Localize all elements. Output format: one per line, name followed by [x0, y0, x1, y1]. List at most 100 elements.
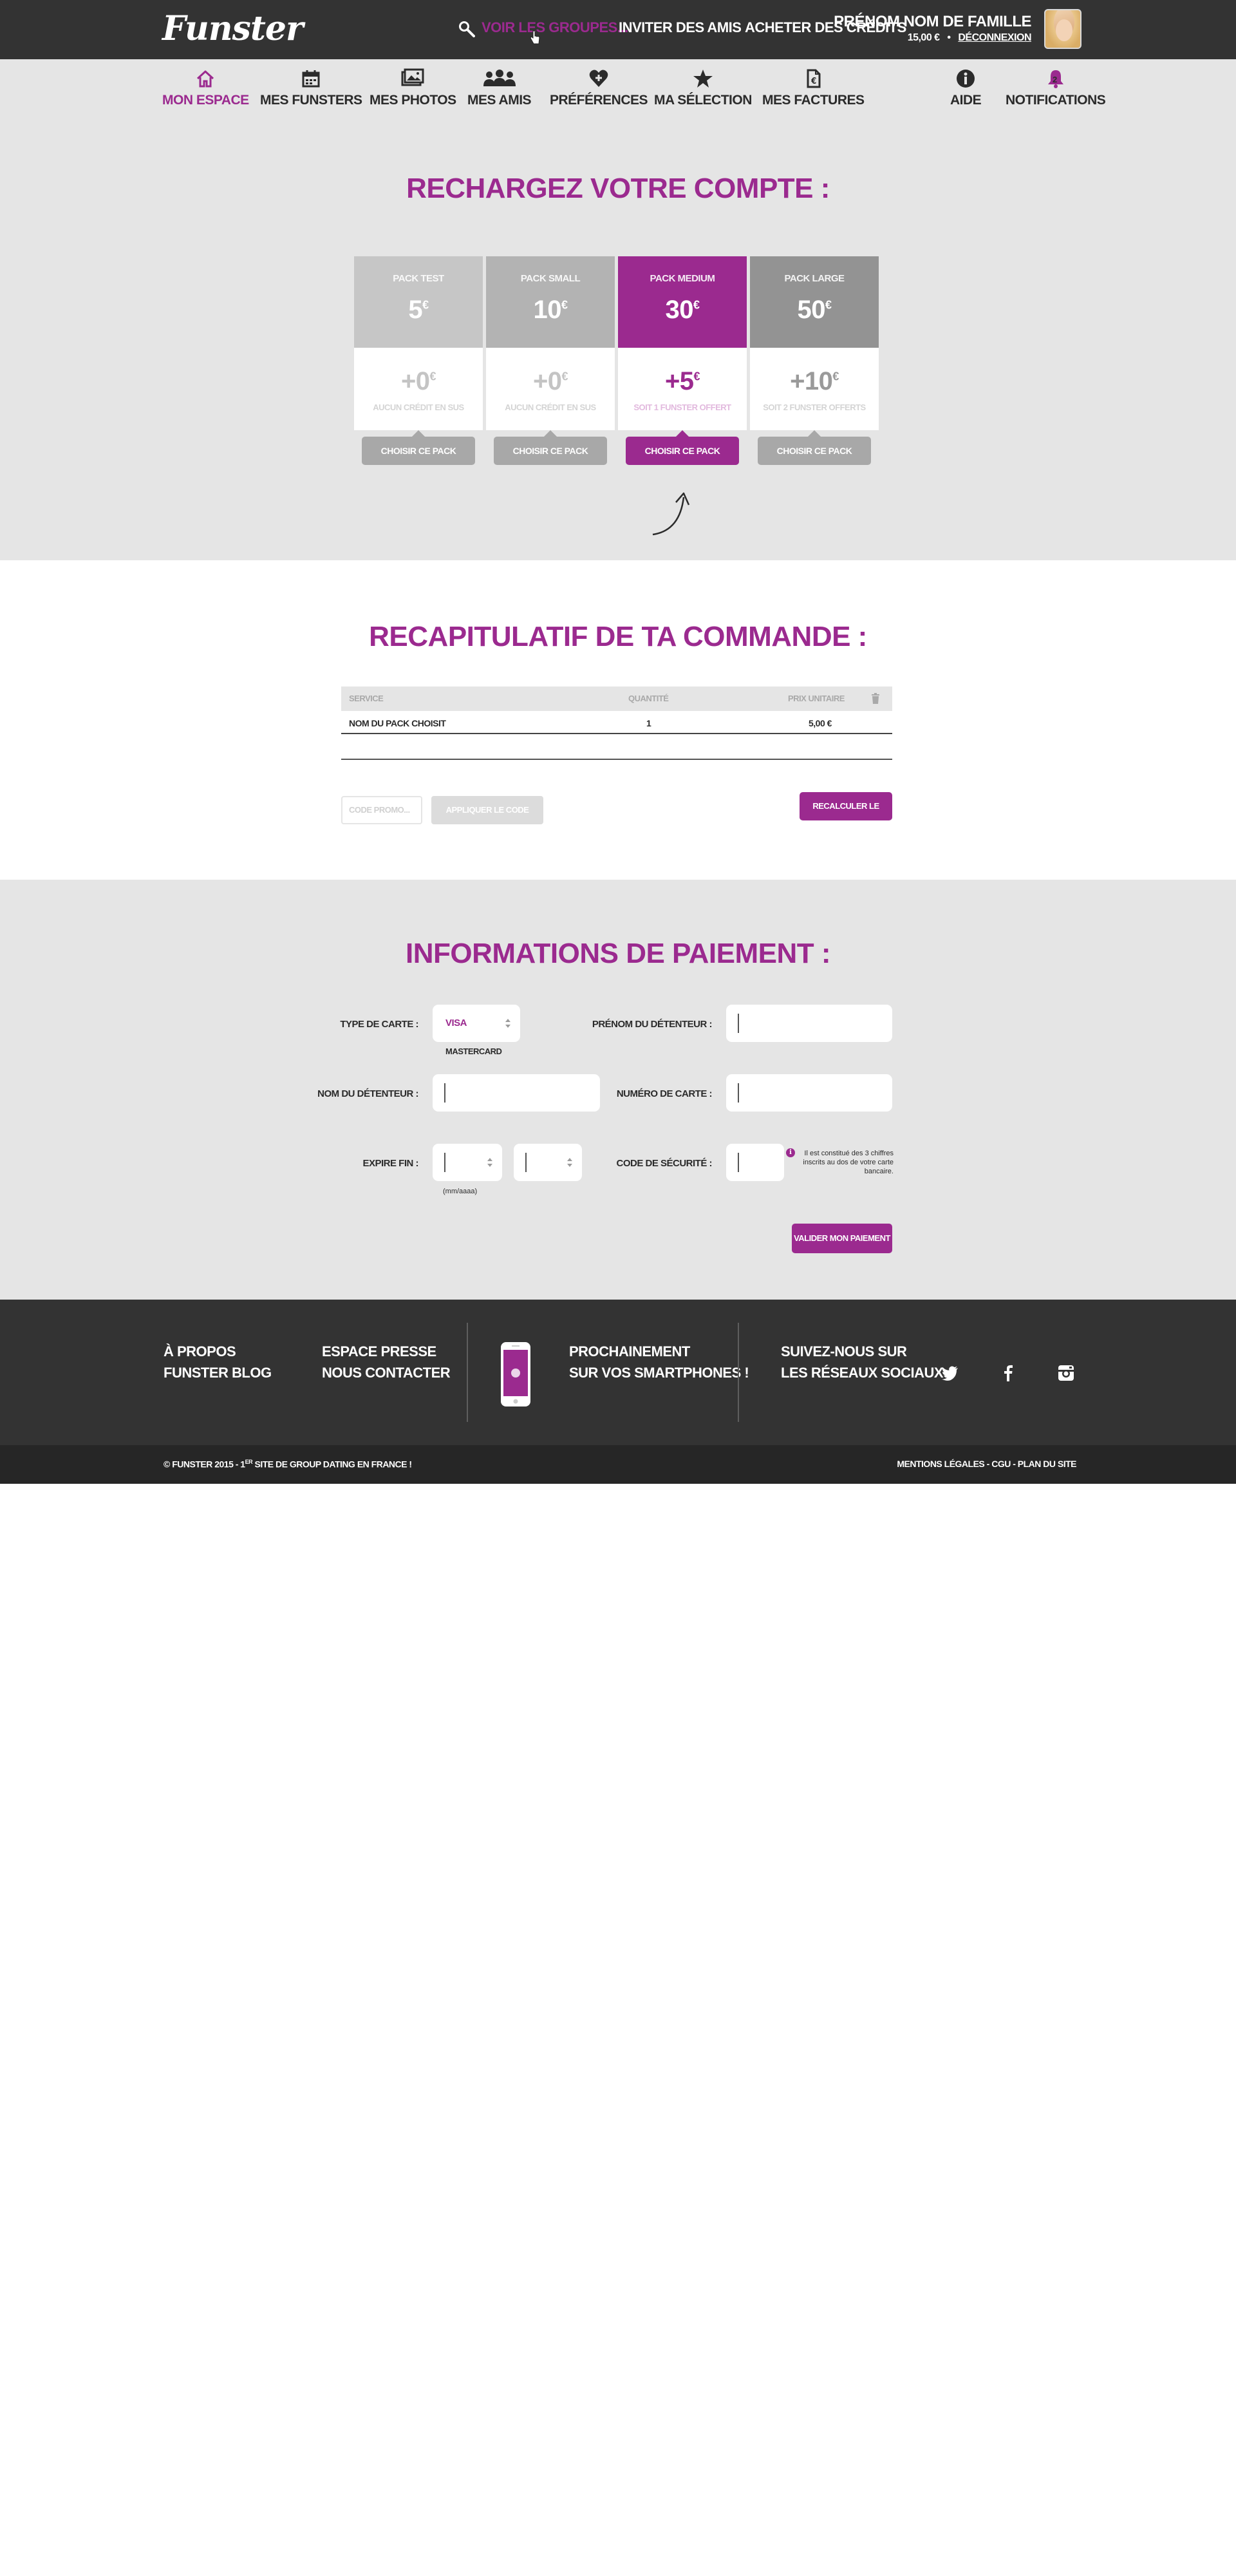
select-arrows-icon	[505, 1019, 510, 1028]
home-icon	[197, 70, 214, 88]
instagram-icon[interactable]	[1057, 1364, 1075, 1382]
row-unit-price: 5,00 €	[809, 718, 832, 728]
nav-mon-espace[interactable]: MON ESPACE	[162, 68, 249, 108]
footer-divider	[467, 1323, 468, 1422]
logout-link[interactable]: DÉCONNEXION	[958, 32, 1031, 43]
expiry-year-select[interactable]	[514, 1144, 582, 1181]
expiry-label: EXPIRE FIN :	[362, 1158, 418, 1169]
calendar-icon	[302, 70, 320, 88]
friends-icon	[483, 70, 516, 86]
pack-price: 30€	[665, 296, 700, 324]
order-title: RECAPITULATIF DE TA COMMANDE :	[369, 621, 867, 652]
footer-link-blog[interactable]: FUNSTER BLOG	[164, 1362, 272, 1383]
expiry-month-select[interactable]	[433, 1144, 502, 1181]
firstname-label: PRÉNOM DU DÉTENTEUR :	[592, 1019, 713, 1030]
notification-count: 2	[1053, 75, 1057, 84]
nav-label: MES FUNSTERS	[260, 93, 362, 108]
svg-text:€: €	[810, 77, 816, 86]
promo-code-input[interactable]: CODE PROMO...	[341, 796, 422, 824]
pack-card-test[interactable]: PACK TEST 5€ +0€ AUCUN CRÉDIT EN SUS	[354, 256, 483, 430]
row-quantity: 1	[646, 718, 651, 728]
table-row: NOM DU PACK CHOISIT 1 5,00 €	[341, 711, 892, 734]
separator-dot: •	[947, 32, 951, 43]
invoice-icon: €	[807, 69, 821, 88]
pack-price: 10€	[533, 296, 568, 324]
cvv-field[interactable]	[726, 1144, 784, 1181]
pack-header: PACK TEST 5€	[354, 256, 483, 348]
holder-lastname-field[interactable]	[433, 1074, 600, 1112]
header-unit-price: PRIX UNITAIRE	[788, 694, 845, 703]
pack-desc: SOIT 1 FUNSTER OFFERT	[633, 402, 731, 412]
footer-mobile-line2: SUR VOS SMARTPHONES !	[569, 1365, 749, 1381]
choose-pack-medium-button[interactable]: CHOISIR CE PACK	[626, 430, 739, 465]
total-divider	[341, 759, 892, 760]
photos-icon	[401, 68, 424, 86]
search-icon[interactable]	[458, 21, 475, 37]
table-header: SERVICE QUANTITÉ PRIX UNITAIRE	[341, 687, 892, 711]
choose-pack-small-button[interactable]: CHOISIR CE PACK	[494, 430, 607, 465]
select-arrows-icon	[567, 1158, 572, 1167]
pack-card-large[interactable]: PACK LARGE 50€ +10€ SOIT 2 FUNSTER OFFER…	[750, 256, 879, 430]
pack-body: +10€ SOIT 2 FUNSTER OFFERTS	[750, 348, 879, 430]
header-service: SERVICE	[349, 694, 384, 703]
twitter-icon[interactable]	[941, 1364, 959, 1382]
footer-mobile-line1: PROCHAINEMENT	[569, 1343, 690, 1359]
info-circle-icon	[957, 70, 975, 88]
pack-card-medium[interactable]: PACK MEDIUM 30€ +5€ SOIT 1 FUNSTER OFFER…	[618, 256, 747, 430]
footer-link-about[interactable]: À PROPOS	[164, 1341, 236, 1362]
lastname-label: NOM DU DÉTENTEUR :	[317, 1088, 418, 1099]
pack-bonus: +5€	[664, 367, 700, 395]
facebook-icon[interactable]	[999, 1364, 1017, 1382]
header-quantity: QUANTITÉ	[628, 694, 669, 703]
user-name[interactable]: PRÉNOM NOM DE FAMILLE	[834, 13, 1031, 31]
pack-name: PACK SMALL	[520, 273, 581, 284]
nav-mes-factures[interactable]: € MES FACTURES	[762, 68, 865, 108]
funster-logo[interactable]: Funster	[162, 9, 303, 48]
recalculate-total-button[interactable]: RECALCULER LE TOTAL	[800, 792, 892, 839]
pack-name: PACK LARGE	[784, 273, 845, 284]
nav-mes-amis[interactable]: MES AMIS	[467, 68, 532, 108]
legal-links[interactable]: MENTIONS LÉGALES - CGU - PLAN DU SITE	[897, 1459, 1076, 1469]
expiry-format-hint: (mm/aaaa)	[443, 1188, 478, 1195]
star-icon	[693, 70, 713, 88]
smartphone-icon	[501, 1342, 530, 1406]
pack-desc: AUCUN CRÉDIT EN SUS	[505, 402, 596, 412]
footer-link-press[interactable]: ESPACE PRESSE	[322, 1341, 436, 1362]
user-sub: 15,00 € • DÉCONNEXION	[907, 32, 1032, 44]
nav-label: MES PHOTOS	[370, 93, 456, 108]
pack-card-small[interactable]: PACK SMALL 10€ +0€ AUCUN CRÉDIT EN SUS	[486, 256, 615, 430]
choose-pack-large-button[interactable]: CHOISIR CE PACK	[758, 430, 871, 465]
validate-payment-button[interactable]: VALIDER MON PAIEMENT	[792, 1224, 892, 1253]
nav-aide[interactable]: AIDE	[950, 68, 982, 108]
choose-pack-test-button[interactable]: CHOISIR CE PACK	[362, 430, 475, 465]
pack-price: 5€	[408, 296, 429, 324]
balance: 15,00 €	[907, 32, 940, 43]
nav-preferences[interactable]: PRÉFÉRENCES	[550, 68, 648, 108]
footer-link-contact[interactable]: NOUS CONTACTER	[322, 1362, 451, 1383]
hand-cursor-icon	[530, 30, 540, 44]
pack-price: 50€	[797, 296, 832, 324]
pack-bonus: +0€	[400, 367, 436, 395]
card-type-select[interactable]: VISA	[433, 1005, 520, 1042]
nav-ma-selection[interactable]: MA SÉLECTION	[654, 68, 752, 108]
nav-mes-funsters[interactable]: MES FUNSTERS	[260, 68, 362, 108]
pack-bonus: +0€	[532, 367, 568, 395]
payment-title: INFORMATIONS DE PAIEMENT :	[405, 938, 831, 969]
invite-friends-link[interactable]: INVITER DES AMIS	[619, 19, 742, 36]
info-icon: i	[786, 1148, 795, 1157]
trash-icon[interactable]	[870, 693, 881, 705]
nav-mes-photos[interactable]: MES PHOTOS	[370, 68, 456, 108]
see-groups-link[interactable]: VOIR LES GROUPES...	[482, 19, 628, 36]
nav-label: NOTIFICATIONS	[1006, 93, 1106, 108]
card-number-label: NUMÉRO DE CARTE :	[616, 1088, 713, 1099]
card-number-field[interactable]	[726, 1074, 892, 1112]
nav-label: MES FACTURES	[762, 93, 865, 108]
apply-promo-button[interactable]: APPLIQUER LE CODE PROMO	[431, 796, 543, 843]
holder-firstname-field[interactable]	[726, 1005, 892, 1042]
card-type-option-mastercard[interactable]: MASTERCARD	[445, 1046, 502, 1056]
footer-social-line1: SUIVEZ-NOUS SUR	[781, 1343, 907, 1359]
pack-desc: SOIT 2 FUNSTER OFFERTS	[763, 402, 866, 412]
curved-arrow-icon	[652, 492, 690, 536]
avatar[interactable]	[1044, 9, 1082, 49]
card-type-value: VISA	[445, 1018, 467, 1028]
